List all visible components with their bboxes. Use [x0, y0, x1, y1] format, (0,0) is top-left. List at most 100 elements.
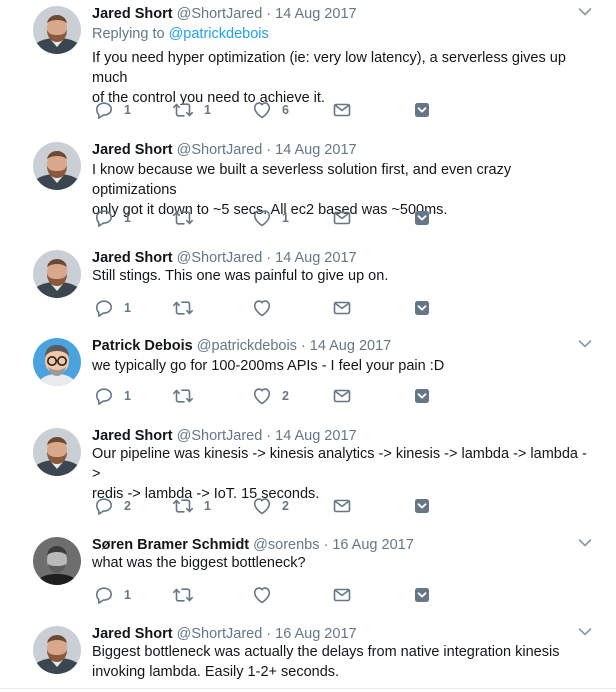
author-handle[interactable]: @ShortJared	[177, 428, 263, 444]
save-icon	[412, 298, 432, 318]
separator: ·	[300, 338, 306, 354]
separator: ·	[323, 537, 329, 553]
save-button[interactable]	[412, 208, 432, 228]
author-name[interactable]: Jared Short	[92, 250, 173, 266]
save-button[interactable]	[412, 386, 432, 406]
avatar[interactable]	[33, 142, 81, 190]
retweet-button[interactable]	[172, 298, 204, 318]
reply-button[interactable]: 2	[94, 496, 131, 516]
tweet-text: we typically go for 100-200ms APIs - I f…	[92, 356, 587, 376]
avatar[interactable]	[33, 338, 81, 386]
direct-message-icon	[332, 585, 352, 605]
direct-message-button[interactable]	[332, 208, 352, 228]
avatar[interactable]	[33, 6, 81, 54]
reply-icon	[94, 386, 114, 406]
separator: ·	[266, 142, 272, 158]
retweet-icon	[172, 496, 194, 516]
author-handle[interactable]: @sorenbs	[253, 537, 319, 553]
like-button[interactable]: 2	[252, 386, 289, 406]
retweet-icon	[172, 100, 194, 120]
author-name[interactable]: Jared Short	[92, 142, 173, 158]
avatar[interactable]	[33, 250, 81, 298]
author-handle[interactable]: @ShortJared	[177, 6, 263, 22]
author-handle[interactable]: @ShortJared	[177, 626, 263, 642]
avatar[interactable]	[33, 428, 81, 476]
author-name[interactable]: Jared Short	[92, 428, 173, 444]
tweet-date[interactable]: 14 Aug 2017	[275, 6, 356, 22]
reply-count: 1	[124, 588, 131, 602]
avatar[interactable]	[33, 626, 81, 674]
like-count: 6	[282, 103, 289, 117]
reply-button[interactable]: 1	[94, 585, 131, 605]
tweet-actions: 1	[94, 298, 454, 318]
tweet-date[interactable]: 14 Aug 2017	[275, 428, 356, 444]
direct-message-icon	[332, 298, 352, 318]
retweet-icon	[172, 208, 194, 228]
author-handle[interactable]: @ShortJared	[177, 142, 263, 158]
like-button[interactable]	[252, 585, 282, 605]
chevron-down-icon[interactable]	[578, 7, 592, 17]
direct-message-button[interactable]	[332, 386, 352, 406]
separator: ·	[266, 626, 272, 642]
tweet-date[interactable]: 16 Aug 2017	[332, 537, 413, 553]
replying-to-link[interactable]: @patrickdebois	[169, 26, 269, 42]
direct-message-button[interactable]	[332, 496, 352, 516]
replying-to: Replying to @patrickdebois	[92, 26, 269, 42]
tweet-date[interactable]: 16 Aug 2017	[275, 626, 356, 642]
retweet-icon	[172, 585, 194, 605]
like-count: 2	[282, 499, 289, 513]
tweet-date[interactable]: 14 Aug 2017	[275, 142, 356, 158]
reply-button[interactable]: 1	[94, 298, 131, 318]
chevron-down-icon[interactable]	[578, 627, 592, 637]
separator: ·	[266, 6, 272, 22]
tweet-text-line: what was the biggest bottleneck?	[92, 555, 306, 571]
author-handle[interactable]: @ShortJared	[177, 250, 263, 266]
like-icon	[252, 386, 272, 406]
reply-count: 1	[124, 103, 131, 117]
tweet-text: If you need hyper optimization (ie: very…	[92, 48, 587, 108]
direct-message-icon	[332, 386, 352, 406]
retweet-button[interactable]	[172, 208, 204, 228]
reply-count: 1	[124, 211, 131, 225]
tweet-header: Jared Short @ShortJared · 16 Aug 2017	[92, 624, 357, 644]
direct-message-button[interactable]	[332, 298, 352, 318]
chevron-down-icon[interactable]	[578, 538, 592, 548]
replying-to-label: Replying to	[92, 26, 165, 42]
tweet-header: Jared Short @ShortJared · 14 Aug 2017	[92, 426, 357, 446]
retweet-button[interactable]	[172, 386, 204, 406]
reply-button[interactable]: 1	[94, 100, 131, 120]
tweet-text: Our pipeline was kinesis -> kinesis anal…	[92, 444, 587, 504]
like-button[interactable]	[252, 298, 282, 318]
tweet-text-line: invoking lambda. Easily 1-2+ seconds.	[92, 664, 340, 680]
retweet-icon	[172, 298, 194, 318]
reply-button[interactable]: 1	[94, 386, 131, 406]
tweet-text: what was the biggest bottleneck?	[92, 553, 587, 573]
like-button[interactable]: 6	[252, 100, 289, 120]
avatar[interactable]	[33, 537, 81, 585]
direct-message-button[interactable]	[332, 100, 352, 120]
retweet-icon	[172, 386, 194, 406]
author-name[interactable]: Jared Short	[92, 626, 173, 642]
reply-button[interactable]: 1	[94, 208, 131, 228]
author-name[interactable]: Jared Short	[92, 6, 173, 22]
author-name[interactable]: Patrick Debois	[92, 338, 193, 354]
direct-message-button[interactable]	[332, 585, 352, 605]
chevron-down-icon[interactable]	[578, 339, 592, 349]
tweet-text: Biggest bottleneck was actually the dela…	[92, 642, 587, 682]
author-handle[interactable]: @patrickdebois	[197, 338, 297, 354]
tweet-date[interactable]: 14 Aug 2017	[275, 250, 356, 266]
like-button[interactable]: 1	[252, 208, 289, 228]
retweet-button[interactable]	[172, 585, 204, 605]
author-name[interactable]: Søren Bramer Schmidt	[92, 537, 249, 553]
save-button[interactable]	[412, 298, 432, 318]
tweet-date[interactable]: 14 Aug 2017	[310, 338, 391, 354]
save-button[interactable]	[412, 496, 432, 516]
like-count: 1	[282, 211, 289, 225]
save-button[interactable]	[412, 100, 432, 120]
reply-count: 1	[124, 389, 131, 403]
like-button[interactable]: 2	[252, 496, 289, 516]
reply-icon	[94, 585, 114, 605]
retweet-button[interactable]: 1	[172, 100, 211, 120]
retweet-button[interactable]: 1	[172, 496, 211, 516]
save-button[interactable]	[412, 585, 432, 605]
